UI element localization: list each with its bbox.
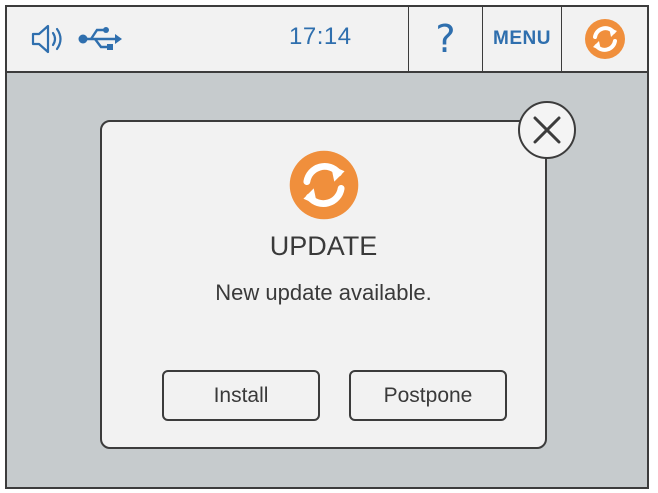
sync-icon <box>584 19 625 59</box>
menu-label: MENU <box>493 28 551 49</box>
device-screen: 17:14 ? MENU UPDATE New update available… <box>5 5 649 489</box>
usb-icon <box>78 27 122 50</box>
status-bar: 17:14 ? MENU <box>7 7 647 73</box>
clock-time: 17:14 <box>289 23 352 50</box>
dialog-title: UPDATE <box>269 231 378 261</box>
sync-icon <box>289 150 359 220</box>
close-icon <box>533 116 561 144</box>
sync-status-button[interactable] <box>561 7 647 71</box>
menu-button[interactable]: MENU <box>482 7 561 71</box>
update-dialog: UPDATE New update available. Install Pos… <box>100 120 547 449</box>
close-button[interactable] <box>518 101 576 159</box>
speaker-icon[interactable] <box>29 23 69 55</box>
install-button[interactable]: Install <box>162 370 320 421</box>
dialog-message: New update available. <box>215 280 432 305</box>
postpone-button[interactable]: Postpone <box>349 370 507 421</box>
help-label: ? <box>435 17 456 61</box>
help-button[interactable]: ? <box>408 7 482 71</box>
